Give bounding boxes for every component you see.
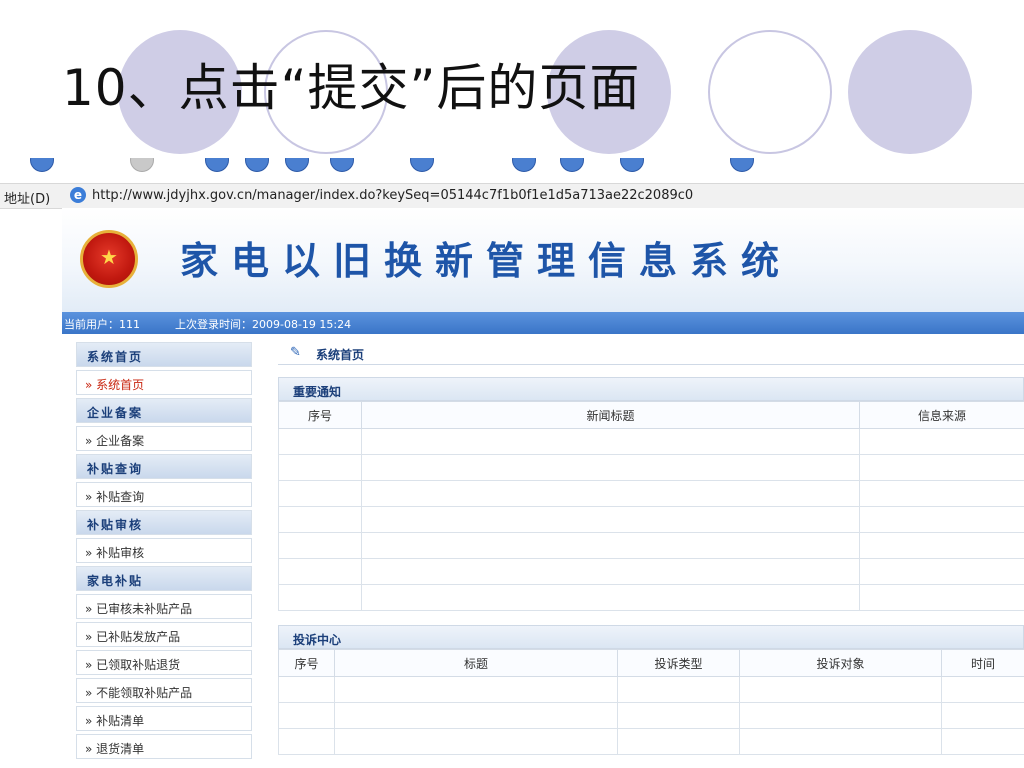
- address-bar: 地址(D) e http://www.jdyjhx.gov.cn/manager…: [0, 183, 1024, 209]
- sidebar-item-subsidy-query[interactable]: » 补贴查询: [76, 482, 252, 507]
- edit-icon: ✎: [290, 345, 301, 360]
- sidebar-heading-appliance-subsidy[interactable]: 家电补贴: [76, 566, 252, 591]
- notices-table: 序号 新闻标题 信息来源: [278, 401, 1024, 611]
- col-header-title: 标题: [334, 649, 618, 677]
- table-row: [278, 428, 1024, 455]
- url-field[interactable]: http://www.jdyjhx.gov.cn/manager/index.d…: [92, 188, 693, 203]
- col-header-source: 信息来源: [859, 401, 1024, 429]
- mail-icon[interactable]: [560, 158, 584, 172]
- table-row: [278, 480, 1024, 507]
- national-emblem-icon: ★: [80, 230, 138, 288]
- refresh-icon[interactable]: [245, 158, 269, 172]
- app-title: 家电以旧换新管理信息系统: [180, 239, 793, 283]
- messenger-icon[interactable]: [730, 158, 754, 172]
- col-header-news-title: 新闻标题: [361, 401, 860, 429]
- col-header-index: 序号: [278, 649, 335, 677]
- sidebar-item-return-list[interactable]: » 退货清单: [76, 734, 252, 759]
- col-header-time: 时间: [941, 649, 1024, 677]
- table-row: [278, 506, 1024, 533]
- complaints-table: 序号 标题 投诉类型 投诉对象 时间: [278, 649, 1024, 755]
- sidebar-item-subsidy-list[interactable]: » 补贴清单: [76, 706, 252, 731]
- status-bar: 当前用户：111 上次登录时间：2009-08-19 15:24: [62, 312, 1024, 334]
- last-login-time: 上次登录时间：2009-08-19 15:24: [175, 318, 352, 331]
- browser-screenshot: 地址(D) e http://www.jdyjhx.gov.cn/manager…: [0, 158, 1024, 768]
- sidebar-item-ineligible[interactable]: » 不能领取补贴产品: [76, 678, 252, 703]
- table-row: [278, 584, 1024, 611]
- decor-circle-5: [848, 30, 972, 154]
- home-icon[interactable]: [285, 158, 309, 172]
- table-row: [278, 728, 1024, 755]
- browser-toolbar: [0, 158, 1024, 183]
- complaints-section-title: 投诉中心: [278, 625, 1024, 649]
- print-icon[interactable]: [620, 158, 644, 172]
- sidebar-heading-subsidy-query[interactable]: 补贴查询: [76, 454, 252, 479]
- sidebar-item-home[interactable]: » 系统首页: [76, 370, 252, 395]
- sidebar-item-reviewed-unsubsidized[interactable]: » 已审核未补贴产品: [76, 594, 252, 619]
- sidebar-heading-subsidy-review[interactable]: 补贴审核: [76, 510, 252, 535]
- app-banner: ★ 家电以旧换新管理信息系统: [62, 208, 1024, 312]
- slide-title: 10、点击“提交”后的页面: [62, 59, 641, 117]
- table-row: [278, 454, 1024, 481]
- sidebar-item-subsidy-review[interactable]: » 补贴审核: [76, 538, 252, 563]
- sidebar-item-subsidy-returned[interactable]: » 已领取补贴退货: [76, 650, 252, 675]
- col-header-complaint-type: 投诉类型: [617, 649, 740, 677]
- favorites-icon[interactable]: [410, 158, 434, 172]
- ie-page-icon: e: [70, 187, 86, 203]
- sidebar-heading-registration[interactable]: 企业备案: [76, 398, 252, 423]
- history-icon[interactable]: [512, 158, 536, 172]
- address-label: 地址(D): [4, 192, 51, 207]
- col-header-index: 序号: [278, 401, 362, 429]
- notices-section-title: 重要通知: [278, 377, 1024, 401]
- breadcrumb: ✎ 系统首页: [278, 342, 1024, 365]
- stop-icon[interactable]: [205, 158, 229, 172]
- sidebar: 系统首页 » 系统首页 企业备案 » 企业备案 补贴查询 » 补贴查询 补贴审核…: [76, 342, 252, 762]
- decor-circle-4: [708, 30, 832, 154]
- sidebar-item-registration[interactable]: » 企业备案: [76, 426, 252, 451]
- table-row: [278, 532, 1024, 559]
- sidebar-item-subsidy-issued[interactable]: » 已补贴发放产品: [76, 622, 252, 647]
- current-user: 当前用户：111: [64, 318, 140, 331]
- forward-icon[interactable]: [130, 158, 154, 172]
- main-content: ✎ 系统首页 重要通知 序号 新闻标题 信息来源 投诉中心 序号 标题 投诉类型…: [278, 342, 1024, 755]
- sidebar-heading-home[interactable]: 系统首页: [76, 342, 252, 367]
- search-icon[interactable]: [330, 158, 354, 172]
- table-row: [278, 676, 1024, 703]
- col-header-complaint-target: 投诉对象: [739, 649, 942, 677]
- table-row: [278, 702, 1024, 729]
- back-icon[interactable]: [30, 158, 54, 172]
- table-row: [278, 558, 1024, 585]
